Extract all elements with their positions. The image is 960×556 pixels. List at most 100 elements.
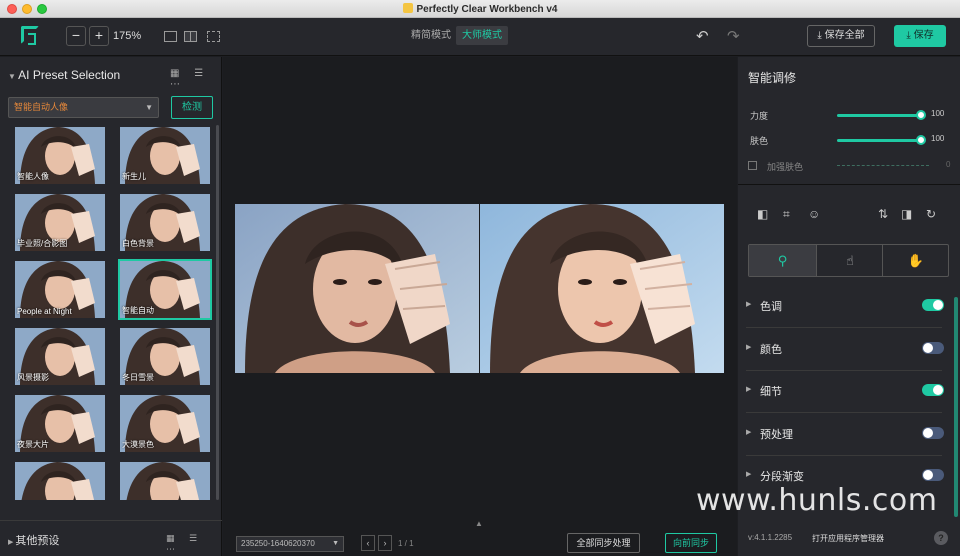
adjust-tab-group: ⚲ ☝ ✋ bbox=[748, 244, 949, 277]
zoom-level: 175% bbox=[113, 30, 142, 42]
other-presets-label: ▶ 其他预设 bbox=[8, 532, 59, 548]
enhance-skin-value: 0 bbox=[946, 160, 951, 169]
save-button[interactable]: ⤓ 保存 bbox=[894, 25, 946, 47]
section-preprocess[interactable]: ▶ 预处理 bbox=[746, 414, 944, 456]
other-presets-view-icons[interactable]: ▦ ☰ ⋯ bbox=[166, 533, 222, 555]
title-bar: Perfectly Clear Workbench v4 bbox=[0, 0, 960, 18]
preset-dropdown-value: 智能自动人像 bbox=[14, 102, 69, 112]
tab-sliders[interactable]: ⚲ bbox=[749, 245, 816, 276]
image-canvas: ▲ 235250-1640620370 ▼ ‹ › 1 / 1 全部同步处理 向… bbox=[223, 57, 737, 556]
preset-thumbnail-label: 冬日雪景 bbox=[122, 373, 154, 382]
open-app-manager-link[interactable]: 打开应用程序管理器 bbox=[812, 533, 884, 544]
preset-dropdown[interactable]: 智能自动人像 ▼ bbox=[8, 97, 159, 118]
expand-arrow-icon: ▶ bbox=[746, 386, 752, 393]
preset-thumbnail[interactable]: 智能自动 bbox=[118, 259, 212, 320]
preprocess-toggle[interactable] bbox=[922, 427, 944, 439]
sync-all-button[interactable]: 全部同步处理 bbox=[567, 533, 640, 553]
skin-slider-track[interactable] bbox=[837, 139, 921, 142]
slider-label: 肤色 bbox=[750, 136, 769, 146]
flip-horizontal-icon[interactable]: ◨ bbox=[901, 207, 912, 221]
chevron-down-icon: ▼ bbox=[145, 103, 153, 112]
section-label: 颜色 bbox=[760, 344, 782, 356]
image-counter: 1 / 1 bbox=[398, 539, 414, 548]
preset-thumbnail[interactable] bbox=[15, 462, 105, 500]
preset-thumbnail-label: 智能人像 bbox=[17, 172, 49, 181]
redo-icon[interactable]: ↷ bbox=[727, 27, 740, 45]
after-image[interactable] bbox=[480, 204, 724, 373]
watermark: www.hunls.com bbox=[696, 483, 938, 518]
preset-thumbnail[interactable]: 风景摄影 bbox=[15, 328, 105, 385]
skin-slider-knob[interactable] bbox=[916, 135, 926, 145]
preset-panel: ▼ AI Preset Selection ▦ ☰ ⋯ 智能自动人像 ▼ 检测 … bbox=[0, 57, 222, 556]
sync-forward-button[interactable]: 向前同步 bbox=[665, 533, 717, 553]
enhance-skin-checkbox[interactable] bbox=[748, 161, 757, 170]
other-presets-text: 其他预设 bbox=[15, 535, 60, 547]
preset-thumbnail[interactable]: People at Night bbox=[15, 261, 105, 318]
color-toggle[interactable] bbox=[922, 342, 944, 354]
strength-slider-track[interactable] bbox=[837, 114, 921, 117]
zoom-out-button[interactable]: − bbox=[66, 26, 86, 46]
section-detail[interactable]: ▶ 细节 bbox=[746, 371, 944, 413]
version-label: v:4.1.1.2285 bbox=[748, 533, 793, 542]
section-label: 细节 bbox=[760, 386, 782, 398]
preset-thumbnail[interactable]: 智能人像 bbox=[15, 127, 105, 184]
file-selector[interactable]: 235250-1640620370 ▼ bbox=[236, 536, 344, 552]
canvas-bottom-bar: 235250-1640620370 ▼ ‹ › 1 / 1 全部同步处理 向前同… bbox=[223, 531, 737, 556]
split-view-icon[interactable] bbox=[184, 31, 197, 42]
section-color[interactable]: ▶ 颜色 bbox=[746, 329, 944, 371]
portrait-after bbox=[480, 204, 724, 373]
compare-icon[interactable]: ◧ bbox=[757, 207, 768, 221]
previous-image-button[interactable]: ‹ bbox=[361, 535, 375, 551]
strength-slider-row: 力度 100 bbox=[748, 108, 953, 122]
zoom-in-button[interactable]: + bbox=[89, 26, 109, 46]
preset-thumbnail-label: 智能自动 bbox=[122, 306, 154, 315]
window-title-wrap: Perfectly Clear Workbench v4 bbox=[0, 3, 960, 15]
single-view-icon[interactable] bbox=[164, 31, 177, 42]
next-image-button[interactable]: › bbox=[378, 535, 392, 551]
face-icon[interactable]: ☺ bbox=[808, 207, 820, 221]
expand-arrow-icon: ▶ bbox=[746, 471, 752, 478]
tab-local-brush[interactable]: ✋ bbox=[882, 245, 949, 276]
tab-retouch[interactable]: ☝ bbox=[816, 245, 883, 276]
preset-thumbnail[interactable]: 冬日雪景 bbox=[120, 328, 210, 385]
preset-thumbnail[interactable]: 大漠景色 bbox=[120, 395, 210, 452]
detail-toggle[interactable] bbox=[922, 384, 944, 396]
preset-panel-title[interactable]: ▼ AI Preset Selection bbox=[8, 68, 120, 82]
expand-arrow-icon: ▶ bbox=[746, 344, 752, 351]
crop-view-icon[interactable] bbox=[207, 31, 220, 42]
adjustment-panel: 智能调修 力度 100 肤色 100 加强肤色 0 ◧ ⌗ ☺ ⇅ ◨ ↻ ⚲ … bbox=[738, 57, 960, 556]
save-all-button[interactable]: ⤓ 保存全部 bbox=[807, 25, 875, 47]
thumbnail-image bbox=[120, 462, 210, 500]
crop-icon[interactable]: ⌗ bbox=[783, 207, 790, 222]
simple-mode-tab[interactable]: 精简模式 bbox=[405, 26, 457, 45]
preset-scrollbar[interactable] bbox=[216, 125, 219, 500]
perfectly-clear-logo-icon bbox=[21, 26, 39, 45]
other-presets-section[interactable]: ▶ 其他预设 ▦ ☰ ⋯ bbox=[0, 520, 222, 554]
preset-thumbnail[interactable]: 白色背景 bbox=[120, 194, 210, 251]
detect-button[interactable]: 检测 bbox=[171, 96, 213, 119]
preset-thumbnail-label: 夜景大片 bbox=[17, 440, 49, 449]
before-image[interactable] bbox=[235, 204, 479, 373]
preset-thumbnail[interactable]: 新生儿 bbox=[120, 127, 210, 184]
help-icon[interactable]: ? bbox=[934, 531, 948, 545]
preset-thumbnail[interactable] bbox=[120, 462, 210, 500]
adjustment-scrollbar[interactable] bbox=[954, 297, 958, 517]
strength-slider-knob[interactable] bbox=[916, 110, 926, 120]
filmstrip-toggle-icon[interactable]: ▲ bbox=[475, 519, 483, 528]
flip-vertical-icon[interactable]: ⇅ bbox=[878, 207, 888, 221]
file-name: 235250-1640620370 bbox=[241, 539, 315, 548]
section-tone[interactable]: ▶ 色调 bbox=[746, 286, 944, 328]
tone-toggle[interactable] bbox=[922, 299, 944, 311]
window-title: Perfectly Clear Workbench v4 bbox=[416, 4, 558, 15]
preset-view-icons[interactable]: ▦ ☰ ⋯ bbox=[170, 68, 221, 90]
preset-thumbnail[interactable]: 夜景大片 bbox=[15, 395, 105, 452]
main-toolbar: − + 175% 精简模式 大师模式 ↶ ↷ ⤓ 保存全部 ⤓ 保存 bbox=[0, 18, 960, 56]
undo-icon[interactable]: ↶ bbox=[696, 27, 709, 45]
enhance-skin-slider[interactable] bbox=[837, 165, 929, 167]
preset-thumbnail[interactable]: 毕业照/合影图 bbox=[15, 194, 105, 251]
slider-label: 力度 bbox=[750, 111, 769, 121]
portrait-before bbox=[235, 204, 479, 373]
gradient-toggle[interactable] bbox=[922, 469, 944, 481]
rotate-icon[interactable]: ↻ bbox=[926, 207, 936, 221]
master-mode-tab[interactable]: 大师模式 bbox=[456, 26, 508, 45]
